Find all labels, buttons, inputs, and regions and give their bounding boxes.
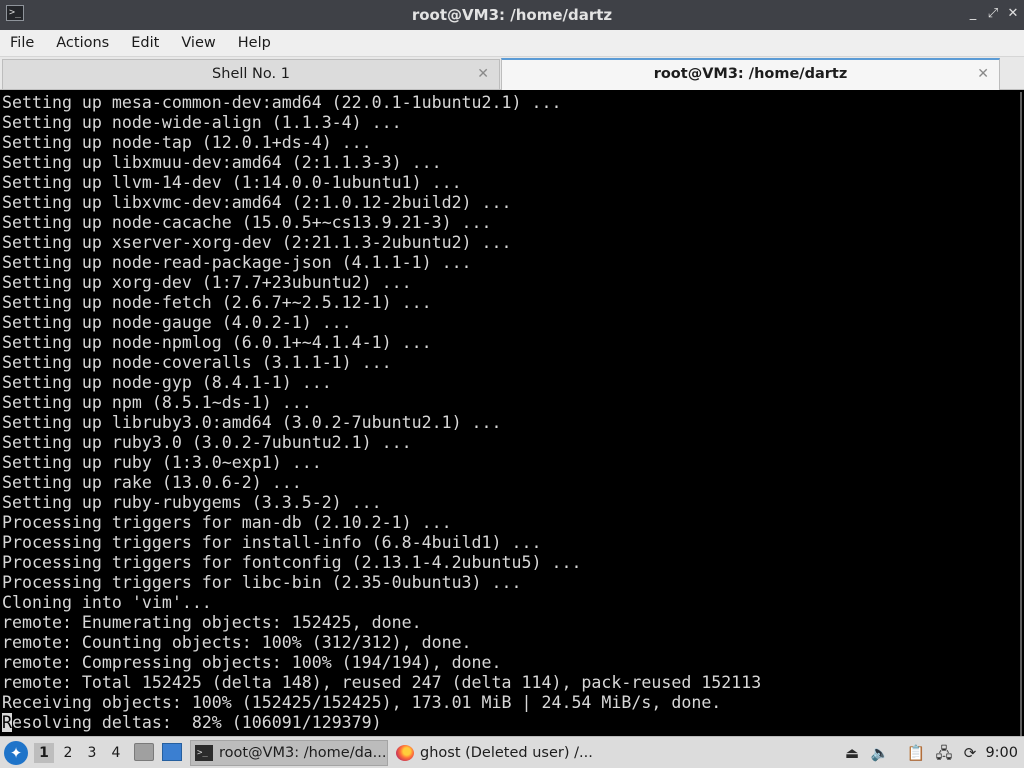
network-icon[interactable]: 🖧	[934, 743, 954, 763]
terminal-line: Setting up llvm-14-dev (1:14.0.0-1ubuntu…	[2, 173, 462, 192]
terminal-current-text: esolving deltas: 82% (106091/129379)	[12, 713, 382, 732]
tab-root-home-dartz[interactable]: root@VM3: /home/dartz ✕	[501, 58, 1000, 90]
task-terminal[interactable]: >_ root@VM3: /home/da...	[190, 740, 388, 766]
terminal-line-current: Resolving deltas: 82% (106091/129379)	[2, 713, 761, 733]
terminal-line: Setting up xserver-xorg-dev (2:21.1.3-2u…	[2, 233, 512, 252]
terminal-lines: Setting up mesa-common-dev:amd64 (22.0.1…	[2, 93, 761, 733]
eject-icon[interactable]: ⏏	[842, 743, 862, 763]
terminal-line: Processing triggers for fontconfig (2.13…	[2, 553, 582, 572]
window-title: root@VM3: /home/dartz	[411, 6, 613, 24]
terminal-line: Setting up node-gauge (4.0.2-1) ...	[2, 313, 352, 332]
menu-bar: File Actions Edit View Help	[0, 30, 1024, 57]
menu-file[interactable]: File	[10, 35, 34, 51]
terminal-line: remote: Total 152425 (delta 148), reused…	[2, 673, 762, 692]
terminal-line: Setting up rake (13.0.6-2) ...	[2, 473, 302, 492]
terminal-line: Receiving objects: 100% (152425/152425),…	[2, 693, 722, 712]
terminal-line: Setting up xorg-dev (1:7.7+23ubuntu2) ..…	[2, 273, 412, 292]
terminal-line: Setting up libruby3.0:amd64 (3.0.2-7ubun…	[2, 413, 502, 432]
clipboard-icon[interactable]: 📋	[906, 743, 926, 763]
taskbar: ✦ 1 2 3 4 >_ root@VM3: /home/da... ghost…	[0, 736, 1024, 768]
terminal-line: remote: Enumerating objects: 152425, don…	[2, 613, 422, 632]
workspace-3[interactable]: 3	[82, 743, 102, 763]
menu-help[interactable]: Help	[238, 35, 271, 51]
tab-label: root@VM3: /home/dartz	[653, 66, 848, 82]
terminal-line: Setting up node-tap (12.0.1+ds-4) ...	[2, 133, 372, 152]
menu-actions[interactable]: Actions	[56, 35, 109, 51]
workspace-1[interactable]: 1	[34, 743, 54, 763]
terminal-line: Setting up node-read-package-json (4.1.1…	[2, 253, 472, 272]
terminal-line: Setting up node-coveralls (3.1.1-1) ...	[2, 353, 392, 372]
terminal-line: Setting up node-wide-align (1.1.3-4) ...	[2, 113, 402, 132]
terminal-line: Setting up node-cacache (15.0.5+~cs13.9.…	[2, 213, 492, 232]
terminal-line: Setting up node-gyp (8.4.1-1) ...	[2, 373, 332, 392]
screen: >_ root@VM3: /home/dartz _ ⤢ ✕ File Acti…	[0, 0, 1024, 768]
terminal-line: Setting up mesa-common-dev:amd64 (22.0.1…	[2, 93, 562, 112]
terminal-line: Setting up libxvmc-dev:amd64 (2:1.0.12-2…	[2, 193, 512, 212]
tab-close-icon[interactable]: ✕	[477, 60, 489, 88]
tab-bar: Shell No. 1 ✕ root@VM3: /home/dartz ✕	[0, 57, 1024, 90]
tab-shell-no-1[interactable]: Shell No. 1 ✕	[2, 59, 500, 89]
terminal-cursor: R	[2, 713, 12, 732]
clock[interactable]: 9:00	[985, 737, 1018, 768]
show-desktop-icon[interactable]	[162, 743, 182, 761]
terminal-line: Cloning into 'vim'...	[2, 593, 212, 612]
start-menu-icon[interactable]: ✦	[4, 741, 28, 765]
terminal-line: Setting up npm (8.5.1~ds-1) ...	[2, 393, 312, 412]
terminal-line: Setting up ruby-rubygems (3.3.5-2) ...	[2, 493, 382, 512]
workspace-4[interactable]: 4	[106, 743, 126, 763]
volume-icon[interactable]: 🔈	[870, 743, 890, 763]
window-titlebar[interactable]: >_ root@VM3: /home/dartz _ ⤢ ✕	[0, 0, 1024, 30]
workspace-2[interactable]: 2	[58, 743, 78, 763]
task-label: root@VM3: /home/da...	[219, 745, 387, 761]
terminal-line: Processing triggers for libc-bin (2.35-0…	[2, 573, 522, 592]
terminal-line: remote: Counting objects: 100% (312/312)…	[2, 633, 472, 652]
menu-edit[interactable]: Edit	[131, 35, 159, 51]
terminal-icon: >_	[195, 745, 213, 761]
update-icon[interactable]: ⟳	[960, 743, 980, 763]
firefox-icon	[396, 745, 414, 761]
minimize-button[interactable]: _	[966, 6, 980, 22]
tab-close-icon[interactable]: ✕	[977, 60, 989, 88]
maximize-button[interactable]: ⤢	[986, 6, 1000, 22]
terminal-line: Processing triggers for install-info (6.…	[2, 533, 542, 552]
terminal-line: Processing triggers for man-db (2.10.2-1…	[2, 513, 452, 532]
task-firefox[interactable]: ghost (Deleted user) /...	[392, 740, 592, 766]
file-manager-icon[interactable]	[134, 743, 154, 761]
terminal-line: Setting up node-npmlog (6.0.1+~4.1.4-1) …	[2, 333, 432, 352]
terminal-line: Setting up ruby (1:3.0~exp1) ...	[2, 453, 322, 472]
terminal-line: Setting up node-fetch (2.6.7+~2.5.12-1) …	[2, 293, 432, 312]
terminal-output[interactable]: Setting up mesa-common-dev:amd64 (22.0.1…	[0, 92, 1022, 736]
tab-label: Shell No. 1	[212, 66, 290, 82]
terminal-line: remote: Compressing objects: 100% (194/1…	[2, 653, 502, 672]
terminal-line: Setting up ruby3.0 (3.0.2-7ubuntu2.1) ..…	[2, 433, 412, 452]
menu-view[interactable]: View	[181, 35, 215, 51]
task-label: ghost (Deleted user) /...	[420, 745, 592, 761]
terminal-line: Setting up libxmuu-dev:amd64 (2:1.1.3-3)…	[2, 153, 442, 172]
close-button[interactable]: ✕	[1006, 6, 1020, 22]
